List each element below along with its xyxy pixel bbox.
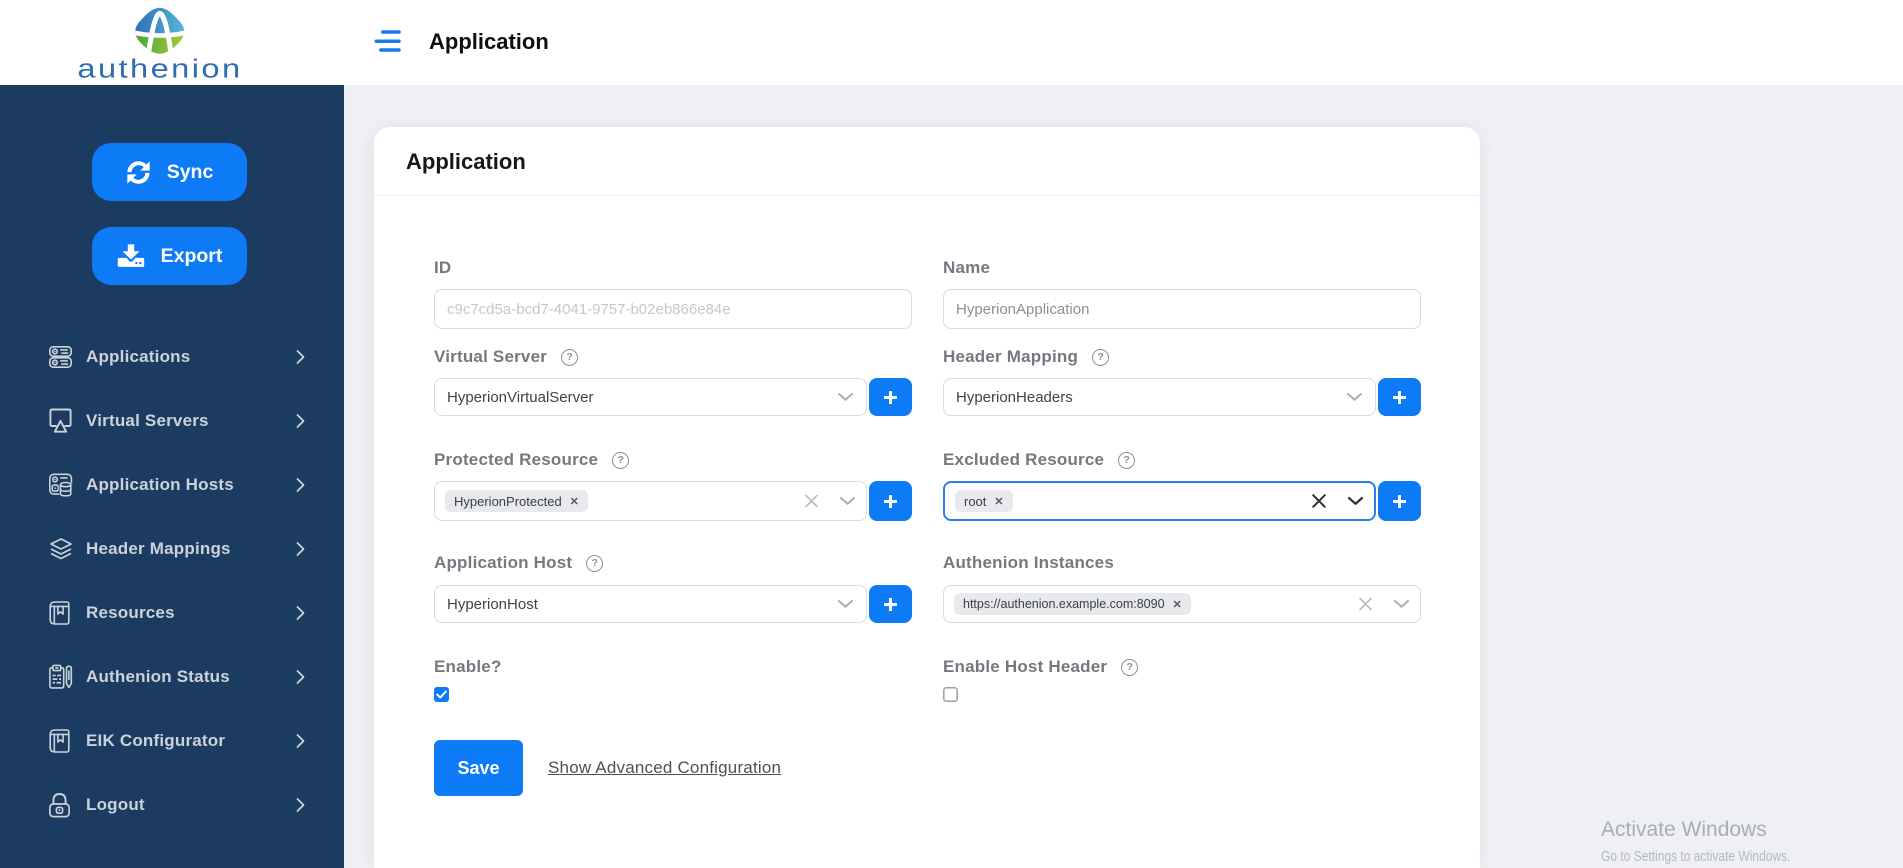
svg-text:authenion: authenion <box>78 55 242 82</box>
